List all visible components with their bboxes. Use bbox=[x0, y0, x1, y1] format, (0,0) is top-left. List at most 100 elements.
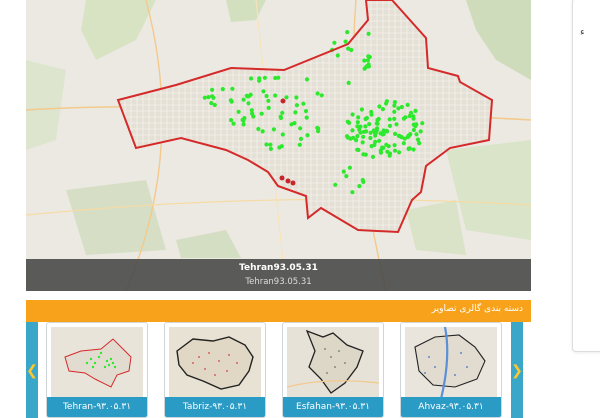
map-marker bbox=[407, 113, 412, 119]
thumb-image bbox=[51, 327, 143, 399]
map-image-viewer[interactable]: Tehran93.05.31 Tehran93.05.31 bbox=[26, 0, 531, 291]
map-marker bbox=[259, 111, 264, 116]
map-marker bbox=[418, 129, 423, 134]
map-marker bbox=[345, 119, 350, 124]
map-marker bbox=[411, 147, 416, 152]
map-marker bbox=[231, 121, 236, 126]
map-marker bbox=[384, 142, 389, 147]
carousel-next-button[interactable]: ❯ bbox=[511, 322, 523, 418]
map-marker bbox=[368, 135, 373, 141]
map-marker bbox=[209, 101, 214, 106]
image-caption: Tehran93.05.31 Tehran93.05.31 bbox=[26, 259, 531, 291]
map-marker bbox=[289, 122, 294, 127]
map-marker bbox=[202, 95, 207, 100]
map-marker bbox=[346, 46, 351, 51]
map-marker bbox=[206, 95, 211, 100]
map-marker bbox=[392, 103, 397, 108]
map-marker bbox=[392, 148, 398, 153]
map-marker bbox=[244, 93, 249, 98]
thumb-image bbox=[405, 327, 497, 399]
map-marker bbox=[220, 87, 225, 92]
map-marker bbox=[350, 112, 355, 117]
widget-icon: ﺀ bbox=[580, 27, 585, 38]
gallery-thumb-tehran[interactable]: Tehran-۹۳.۰۵.۳۱ bbox=[46, 322, 148, 418]
map-marker bbox=[364, 116, 369, 121]
map-marker bbox=[366, 31, 371, 36]
map-marker bbox=[345, 29, 350, 35]
map-marker bbox=[278, 114, 283, 119]
left-gutter bbox=[0, 0, 26, 418]
map-marker bbox=[294, 95, 299, 100]
map-marker bbox=[347, 165, 352, 170]
map-marker bbox=[371, 128, 376, 133]
tehran-map-image bbox=[26, 0, 531, 291]
map-marker bbox=[264, 93, 269, 99]
map-marker bbox=[361, 179, 366, 184]
map-marker bbox=[396, 106, 401, 111]
map-marker bbox=[377, 104, 382, 109]
map-marker bbox=[260, 129, 265, 134]
map-marker bbox=[369, 112, 374, 117]
map-marker bbox=[397, 150, 402, 155]
map-marker bbox=[361, 129, 366, 134]
map-marker bbox=[359, 107, 364, 112]
map-marker bbox=[298, 136, 304, 141]
map-marker bbox=[280, 132, 285, 137]
map-marker bbox=[387, 123, 393, 128]
gallery-thumb-tabriz[interactable]: Tabriz-۹۳.۰۵.۳۱ bbox=[164, 322, 266, 418]
map-marker bbox=[210, 87, 215, 92]
map-marker bbox=[257, 76, 262, 81]
map-marker bbox=[348, 136, 353, 141]
map-marker bbox=[241, 97, 246, 102]
map-marker bbox=[406, 133, 411, 138]
map-marker bbox=[236, 109, 241, 114]
map-marker bbox=[293, 110, 298, 115]
map-marker bbox=[374, 121, 379, 126]
thumb-image bbox=[169, 327, 261, 399]
gallery-header: دسته بندی گالری تصاویر bbox=[26, 300, 531, 324]
map-marker bbox=[333, 182, 338, 187]
gallery-carousel: ❮ Tehran-۹۳.۰۵.۳۱ Tabriz-۹۳.۰۵.۳۱ Esfaha… bbox=[26, 322, 531, 418]
map-marker bbox=[294, 103, 299, 108]
map-marker bbox=[250, 111, 255, 116]
map-marker bbox=[304, 77, 310, 82]
map-marker bbox=[372, 142, 377, 148]
map-marker bbox=[284, 95, 289, 100]
map-marker bbox=[297, 142, 302, 147]
map-marker bbox=[350, 190, 355, 195]
map-marker bbox=[366, 54, 371, 59]
map-marker bbox=[363, 124, 368, 129]
chevron-left-icon: ❮ bbox=[26, 362, 38, 378]
thumb-label: Tabriz-۹۳.۰۵.۳۱ bbox=[165, 397, 265, 417]
map-marker bbox=[354, 138, 359, 143]
thumb-label: Tehran-۹۳.۰۵.۳۱ bbox=[47, 397, 147, 417]
map-marker bbox=[355, 134, 360, 139]
map-marker bbox=[411, 127, 416, 133]
map-marker bbox=[344, 174, 349, 179]
gallery-thumb-ahvaz[interactable]: Ahvaz-۹۳.۰۵.۳۱ bbox=[400, 322, 502, 418]
caption-title: Tehran93.05.31 bbox=[239, 263, 318, 273]
gallery-thumb-esfahan[interactable]: Esfahan-۹۳.۰۵.۳۱ bbox=[282, 322, 384, 418]
map-marker bbox=[384, 99, 389, 104]
map-marker bbox=[273, 75, 278, 81]
map-marker bbox=[414, 122, 419, 127]
map-marker bbox=[355, 124, 360, 129]
map-marker bbox=[268, 146, 273, 151]
map-marker bbox=[393, 131, 398, 136]
map-marker bbox=[387, 117, 392, 122]
map-marker bbox=[367, 122, 372, 127]
carousel-prev-button[interactable]: ❮ bbox=[26, 322, 38, 418]
map-marker bbox=[261, 89, 266, 94]
map-marker bbox=[241, 122, 246, 127]
map-marker bbox=[394, 122, 399, 127]
map-marker bbox=[361, 152, 366, 157]
map-marker bbox=[401, 141, 406, 146]
map-marker bbox=[242, 116, 247, 121]
thumb-label: Ahvaz-۹۳.۰۵.۳۱ bbox=[401, 397, 501, 417]
map-marker bbox=[303, 109, 309, 114]
thumb-image bbox=[287, 327, 379, 399]
map-marker bbox=[332, 40, 337, 45]
map-marker bbox=[366, 64, 371, 69]
map-marker bbox=[301, 101, 306, 106]
map-marker bbox=[385, 129, 390, 134]
